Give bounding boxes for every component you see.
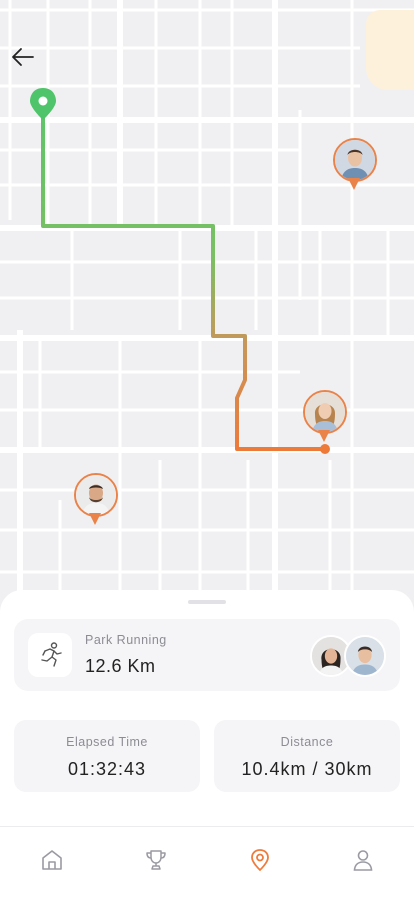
arrow-left-icon: [12, 48, 34, 66]
user-icon: [353, 850, 373, 871]
back-button[interactable]: [8, 42, 38, 72]
map-view[interactable]: [0, 0, 414, 610]
tab-location[interactable]: [245, 845, 275, 875]
avatar: [333, 138, 377, 182]
tab-home[interactable]: [37, 845, 67, 875]
running-route: [30, 88, 330, 454]
tab-profile[interactable]: [348, 845, 378, 875]
runner-pin-1[interactable]: [333, 138, 377, 194]
trophy-icon: [146, 850, 166, 870]
activity-distance: 12.6 Km: [85, 656, 156, 676]
stat-label: Elapsed Time: [66, 735, 148, 749]
tab-trophy[interactable]: [141, 845, 171, 875]
elapsed-time-card: Elapsed Time 01:32:43: [14, 720, 200, 792]
avatar: [74, 473, 118, 517]
stat-label: Distance: [280, 735, 334, 749]
running-person-icon: [41, 642, 62, 667]
activity-sheet: Park Running 12.6 Km Elapsed Time 01:32:…: [0, 590, 414, 830]
distance-value: 10.4km / 30km: [241, 759, 373, 779]
drag-handle[interactable]: [188, 600, 226, 604]
bottom-tab-bar: [0, 826, 414, 897]
participants-avatars[interactable]: [310, 635, 386, 677]
runner-pin-3[interactable]: [74, 473, 118, 529]
avatar: [303, 390, 347, 434]
activity-card[interactable]: Park Running 12.6 Km: [14, 619, 400, 691]
activity-title: Park Running: [85, 633, 167, 647]
runner-pin-2[interactable]: [303, 390, 347, 446]
distance-card: Distance 10.4km / 30km: [214, 720, 400, 792]
elapsed-time-value: 01:32:43: [67, 759, 147, 779]
activity-icon-box: [28, 633, 72, 677]
location-pin-icon: [251, 849, 269, 872]
avatar: [344, 635, 386, 677]
home-icon: [42, 850, 62, 870]
